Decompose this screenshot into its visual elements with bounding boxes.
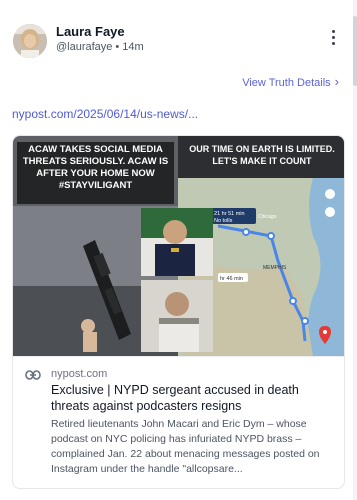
author-handle[interactable]: @laurafaye	[56, 41, 112, 53]
officer-photo	[141, 208, 213, 276]
link-preview-image[interactable]: ACAW TAKES SOCIAL MEDIA THREATS SERIOUSL…	[13, 136, 344, 356]
map-compass-icon	[325, 189, 335, 199]
link-domain: nypost.com	[51, 368, 108, 380]
route-stop	[289, 297, 297, 305]
avatar-photo	[13, 24, 47, 58]
route-stop	[267, 232, 275, 240]
view-truth-details-link[interactable]: View Truth Details ›	[242, 74, 339, 89]
map-label-memphis: MEMPHIS	[263, 265, 287, 271]
avatar[interactable]	[13, 24, 47, 58]
scrollbar[interactable]	[353, 0, 357, 500]
man-photo	[141, 280, 213, 352]
image-right-caption: OUR TIME ON EARTH IS LIMITED. LET'S MAKE…	[189, 144, 335, 166]
author-meta: @laurafaye • 14m	[56, 41, 144, 53]
link-description: Retired lieutenants John Macari and Eric…	[51, 418, 320, 475]
scrollbar-thumb[interactable]	[353, 16, 357, 86]
post-url-link[interactable]: nypost.com/2025/06/14/us-news/...	[12, 107, 198, 121]
map-badge-text-2: No tolls	[214, 218, 233, 224]
map-label-chicago: Chicago	[258, 214, 277, 220]
meta-separator: •	[115, 41, 120, 53]
link-preview-body: nypost.com Exclusive | NYPD sergeant acc…	[13, 356, 344, 488]
view-truth-details-label: View Truth Details	[242, 77, 331, 89]
link-preview-card[interactable]: ACAW TAKES SOCIAL MEDIA THREATS SERIOUSL…	[12, 135, 345, 489]
post-time[interactable]: 14m	[122, 41, 143, 53]
image-left-caption: ACAW TAKES SOCIAL MEDIA THREATS SERIOUSL…	[22, 144, 169, 191]
map-layers-icon	[325, 207, 335, 217]
author-name[interactable]: Laura Faye	[56, 24, 125, 39]
route-stop	[242, 228, 250, 236]
route-stop	[301, 317, 309, 325]
chevron-right-icon: ›	[334, 74, 339, 89]
map-badge-text-3: hr 46 min	[220, 276, 243, 282]
link-title[interactable]: Exclusive | NYPD sergeant accused in dea…	[51, 382, 333, 414]
link-icon	[25, 370, 41, 380]
map-badge-text-1: 21 hr 51 min	[214, 211, 245, 217]
post-header: Laura Faye @laurafaye • 14m	[0, 0, 357, 66]
vertical-ellipsis-icon[interactable]	[327, 30, 339, 48]
